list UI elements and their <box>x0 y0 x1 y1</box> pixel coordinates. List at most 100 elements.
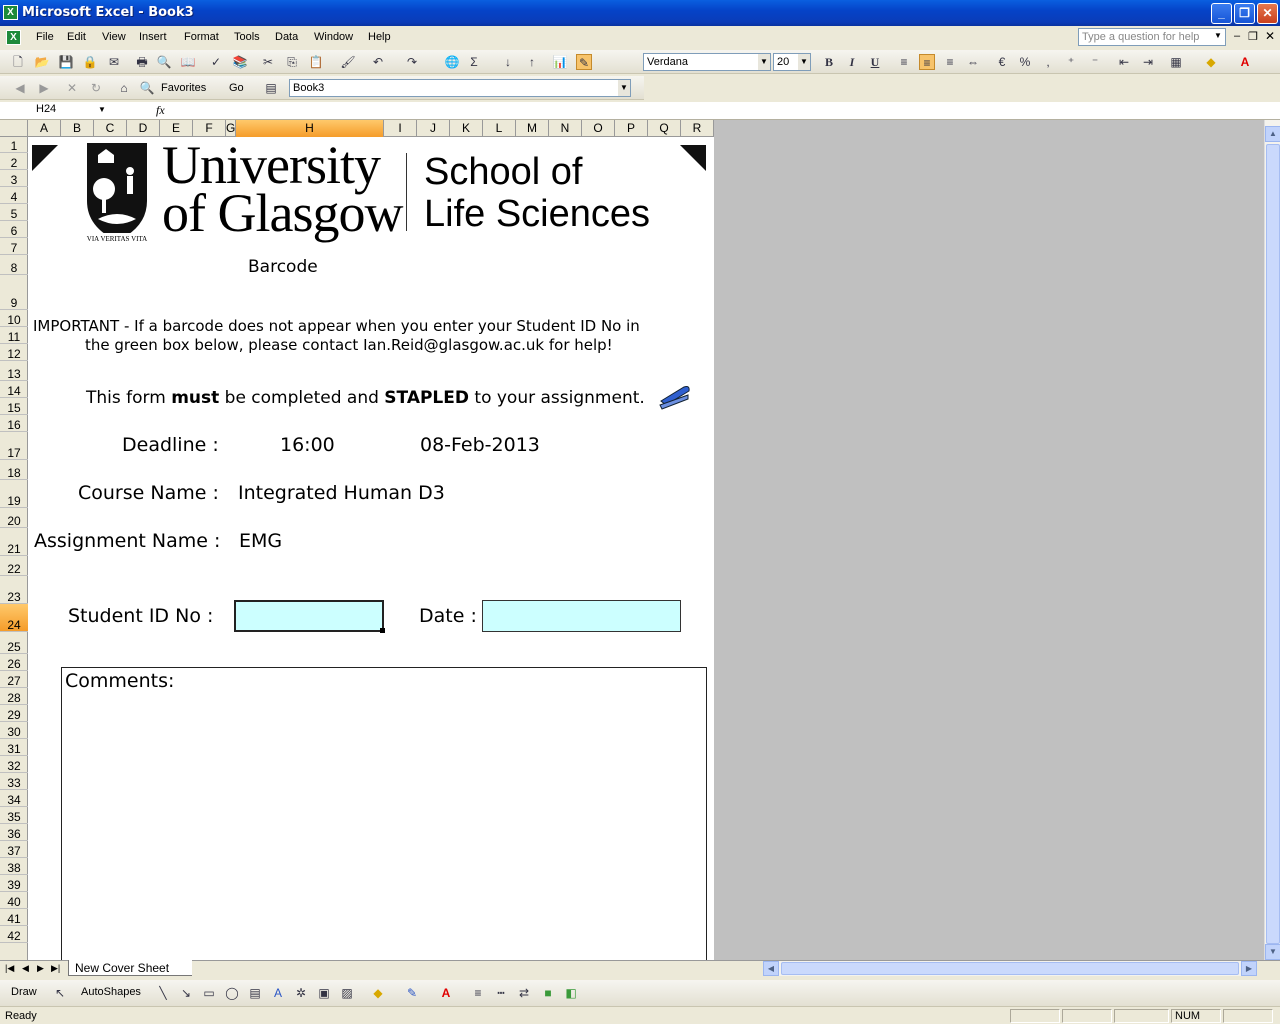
line-icon[interactable]: ╲ <box>155 985 171 1001</box>
scroll-left-icon[interactable]: ◀ <box>763 961 779 976</box>
bold-button[interactable]: B <box>821 54 837 70</box>
align-center-icon[interactable]: ≡ <box>919 54 935 70</box>
new-icon[interactable]: 🗋 <box>10 54 26 70</box>
fill-color-icon[interactable]: ◆ <box>1203 54 1219 70</box>
column-header[interactable]: Q <box>648 120 681 137</box>
align-right-icon[interactable]: ≡ <box>942 54 958 70</box>
row-header[interactable]: 21 <box>0 528 28 556</box>
oval-icon[interactable]: ◯ <box>224 985 240 1001</box>
row-header[interactable]: 25 <box>0 632 28 654</box>
sheet-tab-new-cover-sheet[interactable]: New Cover Sheet <box>68 960 192 976</box>
row-header[interactable]: 36 <box>0 824 28 841</box>
redo-icon[interactable]: ↷ <box>404 54 420 70</box>
horizontal-scrollbar[interactable]: ◀ ▶ <box>763 961 1257 976</box>
email-icon[interactable]: ✉ <box>106 54 122 70</box>
help-dropdown-icon[interactable]: ▼ <box>1214 31 1222 40</box>
3d-style-icon[interactable]: ◧ <box>563 985 579 1001</box>
shadow-style-icon[interactable]: ■ <box>540 985 556 1001</box>
column-header-selected[interactable]: H <box>236 120 384 137</box>
cut-icon[interactable]: ✂ <box>260 54 276 70</box>
show-web-toolbar-icon[interactable]: ▤ <box>263 80 279 96</box>
address-field[interactable]: Book3 ▼ <box>289 79 631 97</box>
row-header[interactable]: 9 <box>0 275 28 310</box>
comma-style-icon[interactable]: , <box>1040 54 1056 70</box>
row-header[interactable]: 1 <box>0 137 28 153</box>
merge-center-icon[interactable]: ⇔ <box>965 54 981 70</box>
drawing-toggle-icon[interactable]: ✎ <box>576 54 592 70</box>
font-dropdown-icon[interactable]: ▼ <box>758 54 770 70</box>
row-header[interactable]: 42 <box>0 926 28 943</box>
student-id-field[interactable] <box>234 600 384 632</box>
first-sheet-icon[interactable]: |◀ <box>5 963 14 974</box>
favorites-menu[interactable]: Favorites <box>161 82 206 94</box>
column-header[interactable]: P <box>615 120 648 137</box>
menu-format[interactable]: Format <box>184 31 219 43</box>
line-color-icon[interactable]: ✎ <box>404 985 420 1001</box>
print-icon[interactable]: 🖶 <box>134 54 150 70</box>
diagram-icon[interactable]: ✲ <box>293 985 309 1001</box>
close-button[interactable]: ✕ <box>1257 3 1278 24</box>
row-header[interactable]: 18 <box>0 460 28 480</box>
chart-wizard-icon[interactable]: 📊 <box>552 54 568 70</box>
search-web-icon[interactable]: 🔍 <box>139 80 155 96</box>
row-header[interactable]: 38 <box>0 858 28 875</box>
workbook-icon[interactable]: X <box>6 30 21 45</box>
menu-help[interactable]: Help <box>368 31 391 43</box>
increase-decimal-icon[interactable]: ⁺ <box>1063 54 1079 70</box>
row-header[interactable]: 5 <box>0 204 28 221</box>
column-header[interactable]: M <box>516 120 549 137</box>
font-name-select[interactable]: Verdana ▼ <box>643 53 771 71</box>
doc-minimize-icon[interactable]: – <box>1234 30 1240 42</box>
vertical-scroll-thumb[interactable] <box>1266 144 1280 944</box>
row-header[interactable]: 35 <box>0 807 28 824</box>
row-header[interactable]: 14 <box>0 381 28 398</box>
autoshapes-menu[interactable]: AutoShapes <box>81 986 141 998</box>
row-header[interactable]: 13 <box>0 361 28 381</box>
row-header[interactable]: 7 <box>0 238 28 255</box>
comments-box[interactable]: Comments: <box>61 667 707 960</box>
row-header[interactable]: 26 <box>0 654 28 671</box>
row-header[interactable]: 29 <box>0 705 28 722</box>
row-header[interactable]: 17 <box>0 432 28 460</box>
date-field[interactable] <box>482 600 681 632</box>
row-header[interactable]: 41 <box>0 909 28 926</box>
column-header[interactable]: C <box>94 120 127 137</box>
row-header[interactable]: 6 <box>0 221 28 238</box>
sort-descending-icon[interactable]: ↑ <box>524 54 540 70</box>
excel-icon[interactable]: X <box>3 5 18 20</box>
font-size-select[interactable]: 20 ▼ <box>773 53 811 71</box>
column-header[interactable]: N <box>549 120 582 137</box>
select-all-corner[interactable] <box>0 120 28 137</box>
row-header[interactable]: 34 <box>0 790 28 807</box>
draw-fill-color-icon[interactable]: ◆ <box>370 985 386 1001</box>
arrow-icon[interactable]: ↘ <box>178 985 194 1001</box>
menu-tools[interactable]: Tools <box>234 31 260 43</box>
decrease-indent-icon[interactable]: ⇤ <box>1116 54 1132 70</box>
format-painter-icon[interactable]: 🖌 <box>340 54 356 70</box>
column-header[interactable]: R <box>681 120 714 137</box>
row-header[interactable]: 37 <box>0 841 28 858</box>
column-header[interactable]: G <box>226 120 236 137</box>
column-header[interactable]: J <box>417 120 450 137</box>
underline-button[interactable]: U <box>867 54 883 70</box>
draw-menu[interactable]: Draw <box>11 986 37 998</box>
row-header[interactable]: 28 <box>0 688 28 705</box>
back-icon[interactable]: ◀ <box>12 80 28 96</box>
prev-sheet-icon[interactable]: ◀ <box>22 963 29 974</box>
scroll-right-icon[interactable]: ▶ <box>1241 961 1257 976</box>
print-preview-icon[interactable]: 🔍 <box>156 54 172 70</box>
paste-icon[interactable]: 📋 <box>308 54 324 70</box>
forward-icon[interactable]: ▶ <box>36 80 52 96</box>
permission-icon[interactable]: 🔒 <box>82 54 98 70</box>
dash-style-icon[interactable]: ┅ <box>493 985 509 1001</box>
row-header[interactable]: 32 <box>0 756 28 773</box>
refresh-icon[interactable]: ↻ <box>88 80 104 96</box>
horizontal-scroll-thumb[interactable] <box>781 962 1239 975</box>
row-header[interactable]: 22 <box>0 556 28 576</box>
last-sheet-icon[interactable]: ▶| <box>51 963 60 974</box>
restore-button[interactable]: ❐ <box>1234 3 1255 24</box>
menu-edit[interactable]: Edit <box>67 31 86 43</box>
menu-view[interactable]: View <box>102 31 126 43</box>
undo-icon[interactable]: ↶ <box>370 54 386 70</box>
name-box[interactable]: H24 <box>2 102 110 119</box>
